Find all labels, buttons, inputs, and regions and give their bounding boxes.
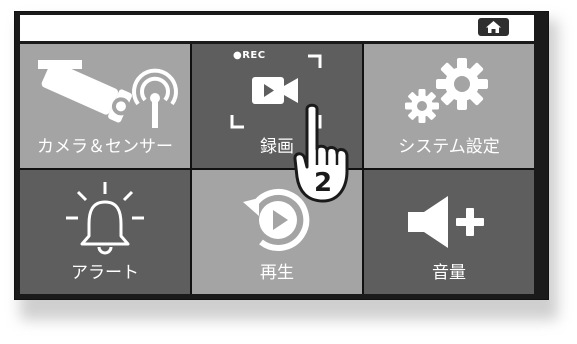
step-number: 2	[314, 168, 332, 198]
tile-label: システム設定	[398, 137, 500, 157]
tile-label: 音量	[432, 263, 466, 283]
camera-sensor-icon	[38, 60, 178, 128]
tile-label: カメラ＆センサー	[37, 137, 173, 157]
top-status-bar	[20, 15, 534, 41]
home-icon	[486, 21, 501, 33]
main-menu-grid: カメラ＆センサー ●REC 録画 システム設定 アラート 再生 音量	[20, 44, 534, 294]
gears-icon	[405, 58, 488, 123]
tile-alert[interactable]: アラート	[20, 170, 190, 294]
tile-system-settings[interactable]: システム設定	[364, 44, 534, 168]
volume-up-icon	[408, 196, 484, 248]
tile-camera-sensor[interactable]: カメラ＆センサー	[20, 44, 190, 168]
home-button[interactable]	[478, 18, 509, 36]
tap-hand-icon: 2	[293, 103, 349, 203]
tile-volume[interactable]: 音量	[364, 170, 534, 294]
alert-bell-icon	[66, 182, 144, 255]
tile-label: アラート	[71, 263, 139, 283]
tile-label: 再生	[260, 263, 294, 283]
